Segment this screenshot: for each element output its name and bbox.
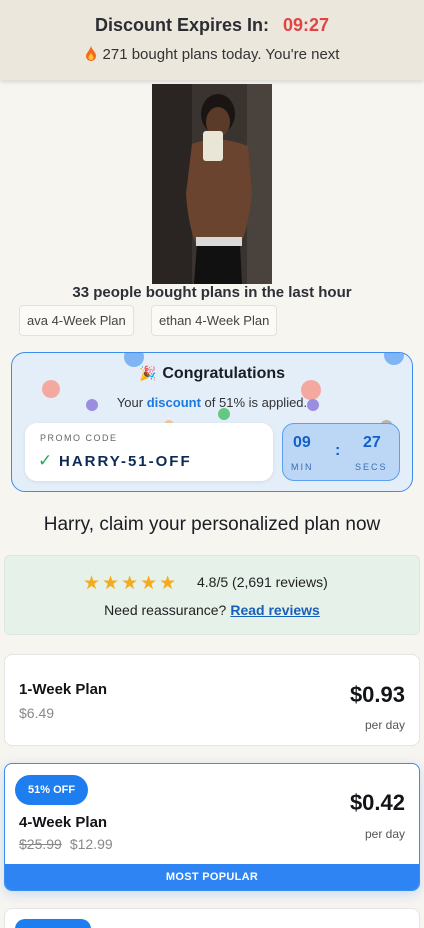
plan-card-4-week[interactable]: 51% OFF 4-Week Plan $25.99 $12.99 $0.42 p… <box>4 763 420 891</box>
discount-applied-text: Your discount of 51% is applied. <box>116 395 308 410</box>
countdown-timer: 09 : 27 MIN SECS <box>282 423 400 481</box>
party-popper-icon: 🎉 <box>138 365 157 381</box>
timer-min-label: MIN <box>291 462 314 472</box>
expires-label: Discount Expires In: <box>94 15 269 35</box>
timer-sec-label: SECS <box>355 462 388 472</box>
discount-highlight: discount <box>146 395 201 410</box>
plan-name: 1-Week Plan <box>19 681 108 698</box>
plan-per-day: per day <box>364 827 405 841</box>
plan-full-price: $6.49 <box>19 705 55 721</box>
rating-text: 4.8/5 (2,691 reviews) <box>197 574 328 590</box>
claim-heading: Harry, claim your personalized plan now <box>43 514 381 535</box>
promo-code-label: PROMO CODE <box>40 433 118 443</box>
social-proof-text: 33 people bought plans in the last hour <box>72 284 352 301</box>
bought-today-text: 271 bought plans today. You're next <box>102 46 340 63</box>
discount-badge <box>15 919 91 928</box>
expires-row: Discount Expires In: 09:27 <box>0 15 424 36</box>
timer-colon: : <box>335 442 341 459</box>
user-photo <box>152 84 272 284</box>
plan-card-next[interactable] <box>4 908 420 928</box>
timer-minutes: 09 <box>293 434 311 451</box>
confetti-dot <box>384 353 404 365</box>
recent-purchase-chip: ethan 4-Week Plan <box>151 305 278 336</box>
fire-icon <box>85 46 96 61</box>
reviews-box: ★★★★★ 4.8/5 (2,691 reviews) Need reassur… <box>4 555 420 635</box>
recent-purchase-chip: ava 4-Week Plan <box>19 305 134 336</box>
plan-prices: $25.99 $12.99 <box>19 836 113 852</box>
discount-banner: Discount Expires In: 09:27 271 bought pla… <box>0 0 424 80</box>
plan-name: 4-Week Plan <box>19 814 108 831</box>
plan-daily-price: $0.93 <box>349 682 405 707</box>
reassurance-text: Need reassurance? <box>104 602 227 618</box>
plan-daily-price: $0.42 <box>349 790 405 815</box>
reassurance-row: Need reassurance? Read reviews <box>5 602 419 618</box>
bought-today-row: 271 bought plans today. You're next <box>0 46 424 63</box>
timer-seconds: 27 <box>363 434 381 451</box>
congratulations-title: 🎉 Congratulations <box>138 365 286 382</box>
plan-full-price: $12.99 <box>69 836 113 852</box>
discount-badge: 51% OFF <box>15 775 89 805</box>
promo-code-box[interactable]: PROMO CODE ✓ HARRY-51-OFF <box>25 423 273 481</box>
plan-per-day: per day <box>364 718 405 732</box>
plan-original-price: $25.99 <box>19 836 62 852</box>
promo-code-value: HARRY-51-OFF <box>59 453 192 470</box>
check-icon: ✓ <box>38 451 53 470</box>
expires-timer: 09:27 <box>283 15 330 35</box>
congratulations-card: 🎉 Congratulations Your discount of 51% is… <box>11 352 413 492</box>
read-reviews-link[interactable]: Read reviews <box>230 602 320 618</box>
plan-card-1-week[interactable]: 1-Week Plan $6.49 $0.93 per day <box>4 654 420 746</box>
star-icon: ★★★★★ <box>83 573 179 594</box>
most-popular-ribbon: MOST POPULAR <box>5 864 419 890</box>
